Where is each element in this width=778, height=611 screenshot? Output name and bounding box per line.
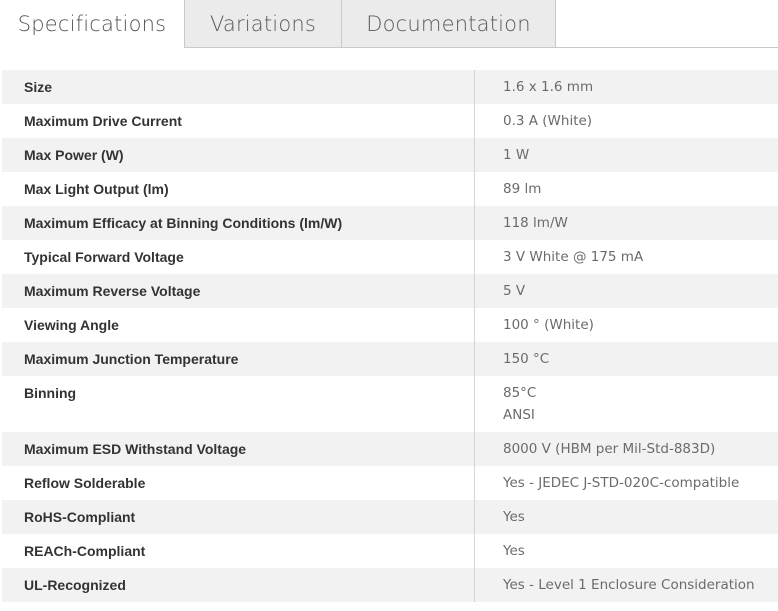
spec-row: Max Light Output (lm) 89 lm bbox=[2, 172, 778, 206]
spec-label: Maximum Drive Current bbox=[2, 104, 475, 138]
spec-label: Maximum Reverse Voltage bbox=[2, 274, 475, 308]
spec-label: Viewing Angle bbox=[2, 308, 475, 342]
spec-row: Binning 85°C ANSI bbox=[2, 376, 778, 432]
spec-row: Maximum Drive Current 0.3 A (White) bbox=[2, 104, 778, 138]
spec-label: UL-Recognized bbox=[2, 568, 475, 602]
spec-value: 8000 V (HBM per Mil-Std-883D) bbox=[475, 432, 778, 466]
spec-row: Maximum Efficacy at Binning Conditions (… bbox=[2, 206, 778, 240]
spec-label: REACh-Compliant bbox=[2, 534, 475, 568]
spec-value-line: Yes - JEDEC J-STD-020C-compatible bbox=[503, 475, 740, 491]
spec-value: 5 V bbox=[475, 274, 778, 308]
spec-row: Maximum ESD Withstand Voltage 8000 V (HBM… bbox=[2, 432, 778, 466]
spec-value: 3 V White @ 175 mA bbox=[475, 240, 778, 274]
spec-value: 89 lm bbox=[475, 172, 778, 206]
spec-row: Size 1.6 x 1.6 mm bbox=[2, 70, 778, 104]
spec-value-line: 150 °C bbox=[503, 351, 550, 367]
spec-value-line: 3 V White @ 175 mA bbox=[503, 249, 644, 265]
spec-row: Viewing Angle 100 ° (White) bbox=[2, 308, 778, 342]
spec-label: RoHS-Compliant bbox=[2, 500, 475, 534]
spec-value: Yes - JEDEC J-STD-020C-compatible bbox=[475, 466, 778, 500]
spec-value-line: 8000 V (HBM per Mil-Std-883D) bbox=[503, 441, 716, 457]
spec-row: UL-Recognized Yes - Level 1 Enclosure Con… bbox=[2, 568, 778, 602]
spec-value: 85°C ANSI bbox=[475, 376, 778, 432]
spec-label: Binning bbox=[2, 376, 475, 432]
spec-value: 118 lm/W bbox=[475, 206, 778, 240]
spec-label: Typical Forward Voltage bbox=[2, 240, 475, 274]
spec-row: Maximum Junction Temperature 150 °C bbox=[2, 342, 778, 376]
tab-specifications[interactable]: Specifications bbox=[0, 0, 184, 48]
spec-value: Yes bbox=[475, 534, 778, 568]
spec-row: Maximum Reverse Voltage 5 V bbox=[2, 274, 778, 308]
spec-value-line: 0.3 A (White) bbox=[503, 113, 593, 129]
spec-label: Max Light Output (lm) bbox=[2, 172, 475, 206]
spec-row: Typical Forward Voltage 3 V White @ 175 m… bbox=[2, 240, 778, 274]
spec-value-line: Yes - Level 1 Enclosure Consideration bbox=[503, 577, 755, 593]
spec-label: Maximum Efficacy at Binning Conditions (… bbox=[2, 206, 475, 240]
spec-label: Size bbox=[2, 70, 475, 104]
spec-row: Reflow Solderable Yes - JEDEC J-STD-020C-… bbox=[2, 466, 778, 500]
specifications-table: Size 1.6 x 1.6 mm Maximum Drive Current 0.3… bbox=[2, 70, 778, 602]
tab-variations[interactable]: Variations bbox=[184, 0, 342, 48]
tab-documentation[interactable]: Documentation bbox=[342, 0, 556, 48]
spec-value-line: 100 ° (White) bbox=[503, 317, 594, 333]
spec-row: REACh-Compliant Yes bbox=[2, 534, 778, 568]
spec-label: Maximum Junction Temperature bbox=[2, 342, 475, 376]
spec-value-line: 89 lm bbox=[503, 181, 542, 197]
spec-row: Max Power (W) 1 W bbox=[2, 138, 778, 172]
spec-value-line: Yes bbox=[503, 543, 525, 559]
tab-bar: Specifications Variations Documentation bbox=[0, 0, 778, 48]
spec-value: 1 W bbox=[475, 138, 778, 172]
tab-bar-divider bbox=[184, 47, 778, 48]
spec-value-line: 5 V bbox=[503, 283, 526, 299]
spec-value: Yes - Level 1 Enclosure Consideration bbox=[475, 568, 778, 602]
spec-value: 150 °C bbox=[475, 342, 778, 376]
spec-value-line: Yes bbox=[503, 509, 525, 525]
spec-value: 0.3 A (White) bbox=[475, 104, 778, 138]
spec-value: Yes bbox=[475, 500, 778, 534]
spec-value-line: ANSI bbox=[503, 407, 535, 423]
spec-value-line: 85°C bbox=[503, 385, 537, 401]
spec-row: RoHS-Compliant Yes bbox=[2, 500, 778, 534]
spec-value-line: 1 W bbox=[503, 147, 530, 163]
spec-value-line: 1.6 x 1.6 mm bbox=[503, 79, 594, 95]
spec-label: Maximum ESD Withstand Voltage bbox=[2, 432, 475, 466]
spec-value: 1.6 x 1.6 mm bbox=[475, 70, 778, 104]
spec-value: 100 ° (White) bbox=[475, 308, 778, 342]
spec-value-line: 118 lm/W bbox=[503, 215, 568, 231]
spec-label: Max Power (W) bbox=[2, 138, 475, 172]
spec-label: Reflow Solderable bbox=[2, 466, 475, 500]
